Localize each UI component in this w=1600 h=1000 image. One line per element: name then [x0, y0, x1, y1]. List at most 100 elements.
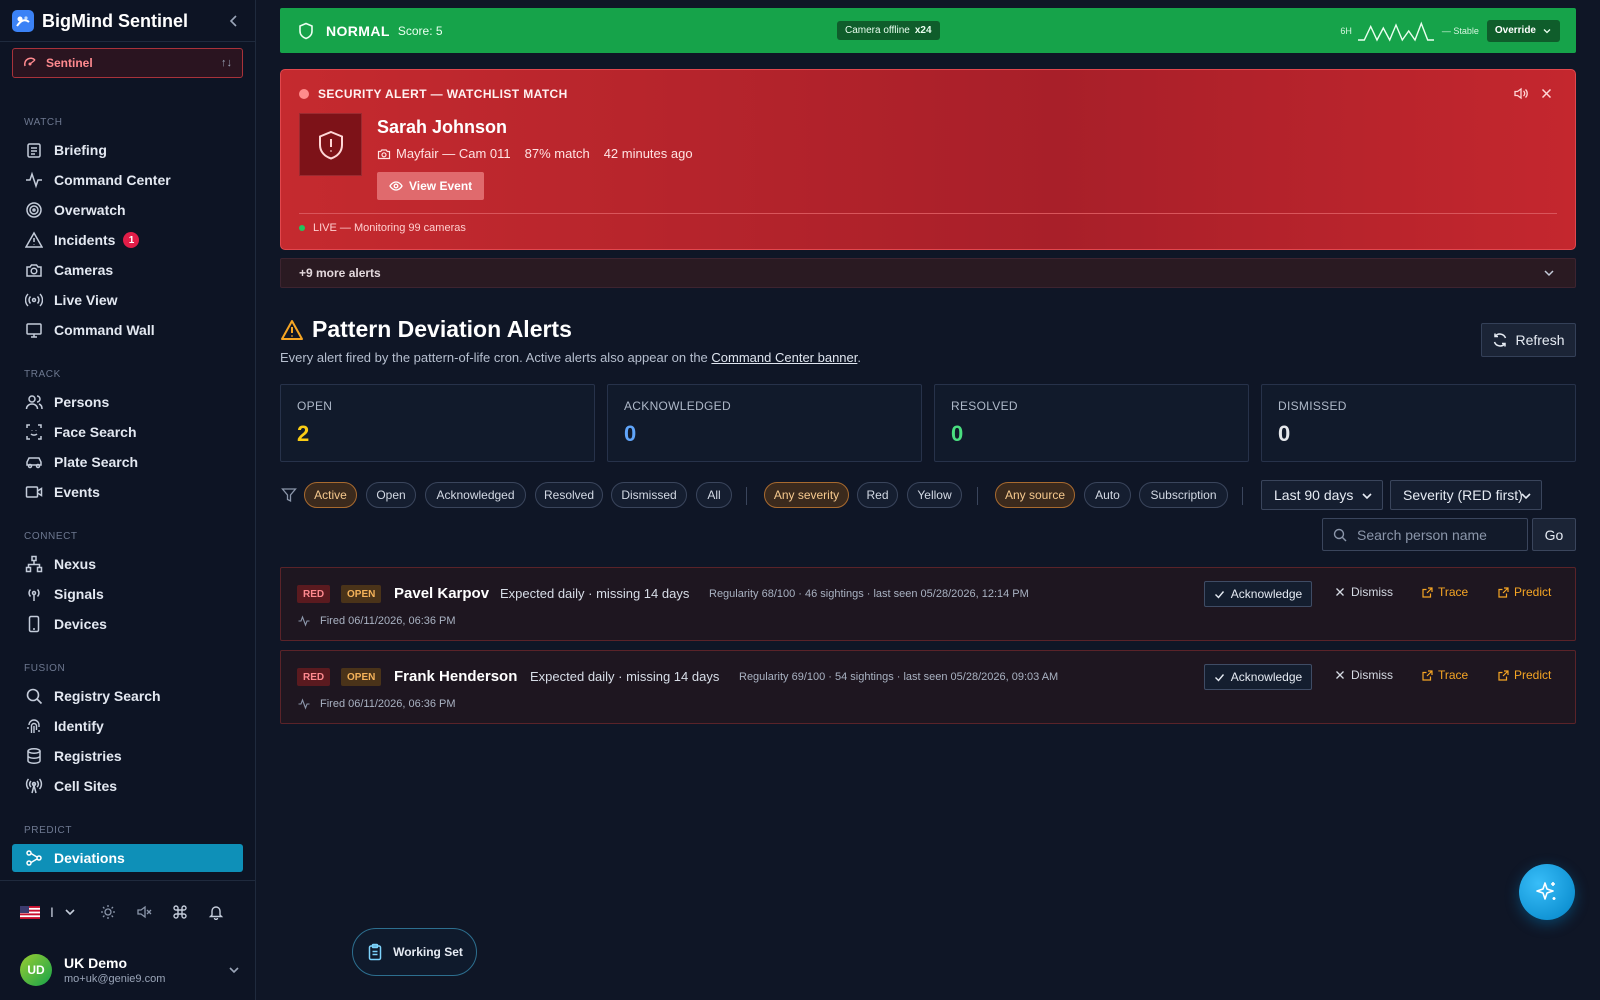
- sidebar-item-cell-sites[interactable]: Cell Sites: [12, 772, 243, 800]
- filter-source-subscription[interactable]: Subscription: [1139, 482, 1228, 508]
- us-flag-icon[interactable]: [20, 905, 40, 919]
- trace-label: Trace: [1438, 668, 1469, 682]
- sidebar-item-persons[interactable]: Persons: [12, 388, 243, 416]
- camera-offline-badge[interactable]: Camera offline x24: [837, 21, 940, 40]
- alert-person-name: Sarah Johnson: [377, 117, 508, 137]
- sidebar-item-plate-search[interactable]: Plate Search: [12, 448, 243, 476]
- person-search-input[interactable]: [1357, 526, 1517, 543]
- sidebar-item-label: Live View: [54, 292, 118, 308]
- person-name[interactable]: Frank Henderson: [394, 668, 517, 685]
- stat-value: 0: [624, 421, 637, 446]
- threat-status-bar: NORMAL Score: 5 Camera offline x24 6H — …: [280, 8, 1576, 53]
- close-icon: [1334, 669, 1346, 681]
- divider: [0, 41, 255, 42]
- clipboard-icon: [24, 140, 44, 160]
- sidebar-item-incidents[interactable]: Incidents 1: [12, 226, 243, 254]
- filter-severity-red[interactable]: Red: [857, 482, 898, 508]
- stat-card-open[interactable]: OPEN 2: [280, 384, 595, 462]
- sidebar-item-cameras[interactable]: Cameras: [12, 256, 243, 284]
- sidebar-item-live-view[interactable]: Live View: [12, 286, 243, 314]
- sidebar-item-label: Nexus: [54, 556, 97, 572]
- refresh-button[interactable]: Refresh: [1481, 323, 1576, 357]
- sidebar-item-signals[interactable]: Signals: [12, 580, 243, 608]
- waypoints-icon: [24, 848, 44, 868]
- predict-link[interactable]: Predict: [1497, 585, 1551, 599]
- external-link-icon: [1497, 586, 1509, 598]
- brand-logo-icon: [12, 10, 34, 32]
- filter-source-any[interactable]: Any source: [995, 482, 1075, 508]
- trace-link[interactable]: Trace: [1421, 668, 1468, 682]
- sort-select[interactable]: Severity (RED first): [1390, 480, 1542, 510]
- chevron-down-icon[interactable]: [60, 902, 80, 922]
- filter-status-all[interactable]: All: [696, 482, 732, 508]
- sidebar-item-events[interactable]: Events: [12, 478, 243, 506]
- stat-card-acknowledged[interactable]: ACKNOWLEDGED 0: [607, 384, 922, 462]
- trend-label: — Stable: [1441, 25, 1479, 36]
- monitor-icon: [24, 320, 44, 340]
- trace-link[interactable]: Trace: [1421, 585, 1468, 599]
- brand: BigMind Sentinel: [12, 8, 243, 34]
- person-search-field[interactable]: [1322, 518, 1528, 551]
- mute-icon[interactable]: [134, 902, 154, 922]
- fired-time: Fired 06/11/2026, 06:36 PM: [320, 697, 456, 710]
- sound-icon[interactable]: [1511, 84, 1529, 102]
- acknowledge-button[interactable]: Acknowledge: [1204, 581, 1312, 607]
- warning-icon: [280, 318, 304, 342]
- filter-status-resolved[interactable]: Resolved: [535, 482, 603, 508]
- more-alerts-toggle[interactable]: +9 more alerts: [280, 258, 1576, 288]
- acknowledge-label: Acknowledge: [1230, 670, 1303, 684]
- command-center-banner-link[interactable]: Command Center banner: [711, 350, 857, 365]
- filter-status-dismissed[interactable]: Dismissed: [611, 482, 687, 508]
- filter-status-active[interactable]: Active: [304, 482, 357, 508]
- predict-link[interactable]: Predict: [1497, 668, 1551, 682]
- view-event-button[interactable]: View Event: [377, 172, 485, 200]
- sidebar-item-registries[interactable]: Registries: [12, 742, 243, 770]
- trend-window: 6H: [1340, 25, 1352, 36]
- collapse-sidebar-icon[interactable]: [225, 12, 243, 30]
- user-menu[interactable]: UD UK Demo mo+uk@genie9.com: [20, 950, 240, 990]
- acknowledge-button[interactable]: Acknowledge: [1204, 664, 1312, 690]
- sidebar-item-registry-search[interactable]: Registry Search: [12, 682, 243, 710]
- ai-assistant-button[interactable]: [1519, 864, 1575, 920]
- sidebar-item-nexus[interactable]: Nexus: [12, 550, 243, 578]
- dismiss-button[interactable]: Dismiss: [1334, 668, 1393, 682]
- sidebar-item-devices[interactable]: Devices: [12, 610, 243, 638]
- stat-value: 0: [1278, 421, 1291, 446]
- person-name[interactable]: Pavel Karpov: [394, 585, 489, 602]
- sidebar-item-briefing[interactable]: Briefing: [12, 136, 243, 164]
- override-dropdown[interactable]: Override: [1486, 19, 1560, 42]
- close-icon[interactable]: [1537, 84, 1555, 102]
- deviation-alert-row[interactable]: RED OPEN Pavel Karpov Expected daily · m…: [280, 567, 1576, 641]
- filter-status-open[interactable]: Open: [366, 482, 416, 508]
- bell-icon[interactable]: [206, 902, 226, 922]
- stat-card-resolved[interactable]: RESOLVED 0: [934, 384, 1249, 462]
- stat-label: OPEN: [297, 399, 333, 413]
- antenna-icon: [24, 776, 44, 796]
- stat-card-dismissed[interactable]: DISMISSED 0: [1261, 384, 1576, 462]
- filter-severity-yellow[interactable]: Yellow: [907, 482, 962, 508]
- date-range-select[interactable]: Last 90 days: [1261, 480, 1383, 510]
- working-set-label: Working Set: [393, 945, 463, 959]
- view-event-label: View Event: [409, 179, 473, 193]
- sidebar-item-label: Cameras: [54, 262, 114, 278]
- working-set-button[interactable]: Working Set: [352, 928, 477, 976]
- severity-badge: RED: [297, 585, 331, 603]
- sidebar-item-deviations[interactable]: Deviations: [12, 844, 243, 872]
- filter-source-auto[interactable]: Auto: [1084, 482, 1131, 508]
- deviation-alert-row[interactable]: RED OPEN Frank Henderson Expected daily …: [280, 650, 1576, 724]
- search-go-button[interactable]: Go: [1532, 518, 1576, 551]
- sun-icon[interactable]: [98, 902, 118, 922]
- sidebar-item-command-center[interactable]: Command Center: [12, 166, 243, 194]
- alert-match: 87% match: [524, 146, 590, 161]
- command-icon[interactable]: [170, 902, 190, 922]
- sidebar-item-face-search[interactable]: Face Search: [12, 418, 243, 446]
- threat-level: NORMAL: [326, 22, 390, 39]
- filter-severity-any[interactable]: Any severity: [764, 482, 849, 508]
- sidebar-item-overwatch[interactable]: Overwatch: [12, 196, 243, 224]
- activity-icon: [297, 697, 310, 710]
- dismiss-button[interactable]: Dismiss: [1334, 585, 1393, 599]
- workspace-switcher[interactable]: Sentinel ↑↓: [12, 48, 243, 78]
- sidebar-item-command-wall[interactable]: Command Wall: [12, 316, 243, 344]
- sidebar-item-identify[interactable]: Identify: [12, 712, 243, 740]
- filter-status-acknowledged[interactable]: Acknowledged: [425, 482, 526, 508]
